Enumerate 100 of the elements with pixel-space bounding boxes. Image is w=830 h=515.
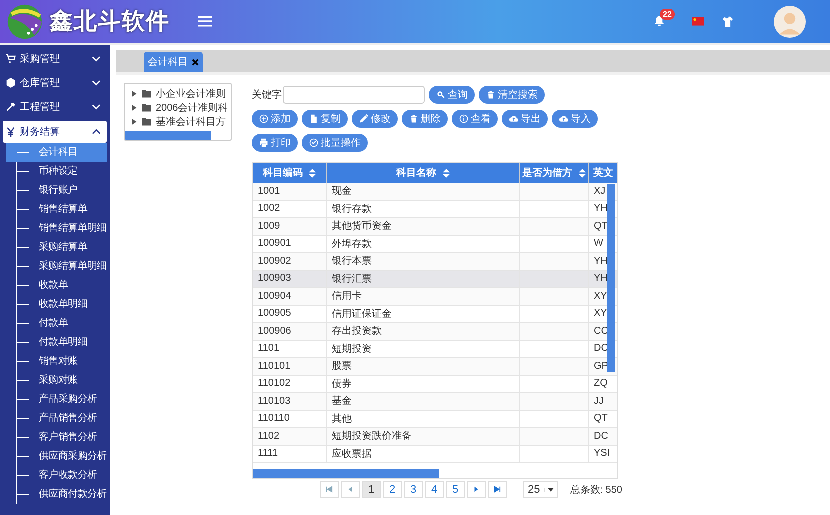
copy-button[interactable]: 复制	[302, 110, 348, 128]
table-cell: XJ	[594, 186, 606, 197]
page-button[interactable]: 3	[404, 481, 423, 498]
expand-arrow-icon[interactable]	[132, 119, 137, 125]
printer-icon	[259, 138, 269, 148]
delete-button[interactable]: 删除	[402, 110, 448, 128]
sort-icon	[578, 168, 586, 178]
scrollbar[interactable]	[607, 184, 615, 372]
table-cell-text: 债券	[332, 378, 352, 391]
table-cell-text: 银行存款	[332, 202, 372, 216]
last-page-icon	[494, 486, 501, 493]
first-page-icon	[326, 486, 333, 493]
table-row[interactable]: 1009 其他货币资金 QT	[253, 218, 617, 236]
export-button[interactable]: 导出	[502, 110, 548, 128]
table-cell: 100904	[258, 290, 292, 302]
table-cell: 1102	[258, 430, 280, 442]
table-cell-text: 基金	[332, 394, 352, 408]
cloud-icon	[509, 114, 519, 124]
sidebar-group[interactable]: 仓库管理	[3, 71, 107, 95]
import-button[interactable]: 导入	[552, 110, 598, 128]
table-cell: YH	[594, 203, 608, 214]
cloud-icon	[559, 114, 569, 124]
chevron-icon	[92, 80, 101, 86]
add-button[interactable]: 添加	[252, 110, 298, 128]
table-cell: YH	[594, 256, 608, 267]
page-button[interactable]: 5	[446, 481, 465, 498]
sidebar-item[interactable]: 会计科目	[6, 143, 107, 162]
shirt-icon[interactable]	[722, 16, 734, 28]
table-cell-text: 短期投资	[332, 342, 372, 356]
print-button[interactable]: 打印	[252, 134, 298, 152]
next-page-button[interactable]	[467, 481, 486, 498]
table-cell: 110102	[258, 378, 291, 390]
keyword-field[interactable]	[283, 86, 425, 104]
table-cell-text: 股票	[332, 360, 352, 374]
table-cell: 1111	[258, 448, 278, 460]
sidebar-group[interactable]: 采购管理	[3, 47, 107, 71]
table-cell-text: 其他	[332, 412, 352, 426]
sort-icon	[442, 168, 450, 178]
tab[interactable]: 会计科目	[144, 52, 203, 72]
next-page-icon	[473, 486, 480, 493]
keyword-label: 关键字	[252, 88, 282, 102]
table-cell: 100905	[258, 308, 292, 320]
table-row[interactable]: 1102 短期投资跌价准备 DC	[253, 428, 617, 446]
batch-button[interactable]: 批量操作	[302, 134, 368, 152]
table-cell-text: 信用证保证金	[332, 308, 392, 321]
table-cell: QT	[594, 413, 608, 424]
cart-icon	[6, 54, 16, 64]
notification-badge: 22	[660, 8, 675, 20]
table-cell: DC	[594, 430, 608, 442]
tree-item[interactable]: 小企业会计准则	[156, 87, 226, 101]
expand-arrow-icon[interactable]	[132, 105, 137, 111]
clear-search-button[interactable]: 清空搜索	[479, 86, 545, 104]
table-cell-text: 银行本票	[332, 254, 372, 268]
last-page-button[interactable]	[488, 481, 507, 498]
table-cell-text: 外埠存款	[332, 238, 372, 251]
sidebar-group[interactable]: 工程管理	[3, 95, 107, 119]
table-cell: ZQ	[594, 378, 608, 390]
pencil-icon	[359, 114, 369, 124]
sidebar-group[interactable]: 财务结算	[3, 121, 107, 143]
table-cell: 100906	[258, 326, 292, 337]
page-button[interactable]: 2	[383, 481, 402, 498]
table-row[interactable]: 1001 现金 XJ	[253, 183, 617, 200]
total-count: 总条数: 550	[570, 484, 622, 496]
avatar-icon[interactable]	[774, 6, 806, 38]
edit-button[interactable]: 修改	[352, 110, 398, 128]
tree-item[interactable]: 基准会计科目方	[156, 115, 226, 129]
yen-icon	[6, 127, 16, 137]
scrollbar[interactable]	[125, 131, 211, 140]
menu-icon[interactable]	[198, 15, 212, 28]
prev-page-icon	[347, 486, 354, 493]
first-page-button[interactable]	[320, 481, 339, 498]
table-row[interactable]: 100902 银行本票 YH	[253, 253, 617, 270]
table-cell: 1009	[258, 220, 280, 232]
page-size-select[interactable]: 25	[523, 481, 558, 498]
chevron-icon	[92, 56, 101, 62]
trash-icon	[409, 114, 419, 124]
chevron-icon	[92, 129, 101, 135]
table-cell: 1002	[258, 203, 280, 214]
table-row[interactable]: 1111 应收票据 YSI	[253, 446, 617, 463]
page-button[interactable]: 4	[425, 481, 444, 498]
table-cell-text: 银行汇票	[332, 272, 372, 286]
table-cell: W	[594, 238, 604, 250]
table-cell: 110103	[258, 396, 291, 407]
table-row[interactable]: 100903 银行汇票 YH	[253, 270, 617, 288]
table-cell-text: 存出投资款	[332, 324, 382, 338]
scrollbar[interactable]	[253, 469, 439, 478]
page-button[interactable]: 1	[362, 481, 381, 498]
view-button[interactable]: 查看	[452, 110, 498, 128]
search-button[interactable]: 查询	[429, 86, 475, 104]
tree-item[interactable]: 2006会计准则科	[156, 101, 228, 115]
table-row[interactable]: 100904 信用卡 XY	[253, 288, 617, 306]
close-icon[interactable]	[192, 58, 199, 66]
table-cell-text: 现金	[332, 185, 352, 198]
flag-icon[interactable]	[692, 17, 704, 26]
table-row[interactable]: 110103 基金 JJ	[253, 393, 617, 410]
globe-logo-icon	[6, 2, 44, 40]
expand-arrow-icon[interactable]	[132, 91, 137, 97]
prev-page-button[interactable]	[341, 481, 360, 498]
table-cell-text: 应收票据	[332, 448, 372, 461]
tools-icon	[6, 102, 16, 112]
